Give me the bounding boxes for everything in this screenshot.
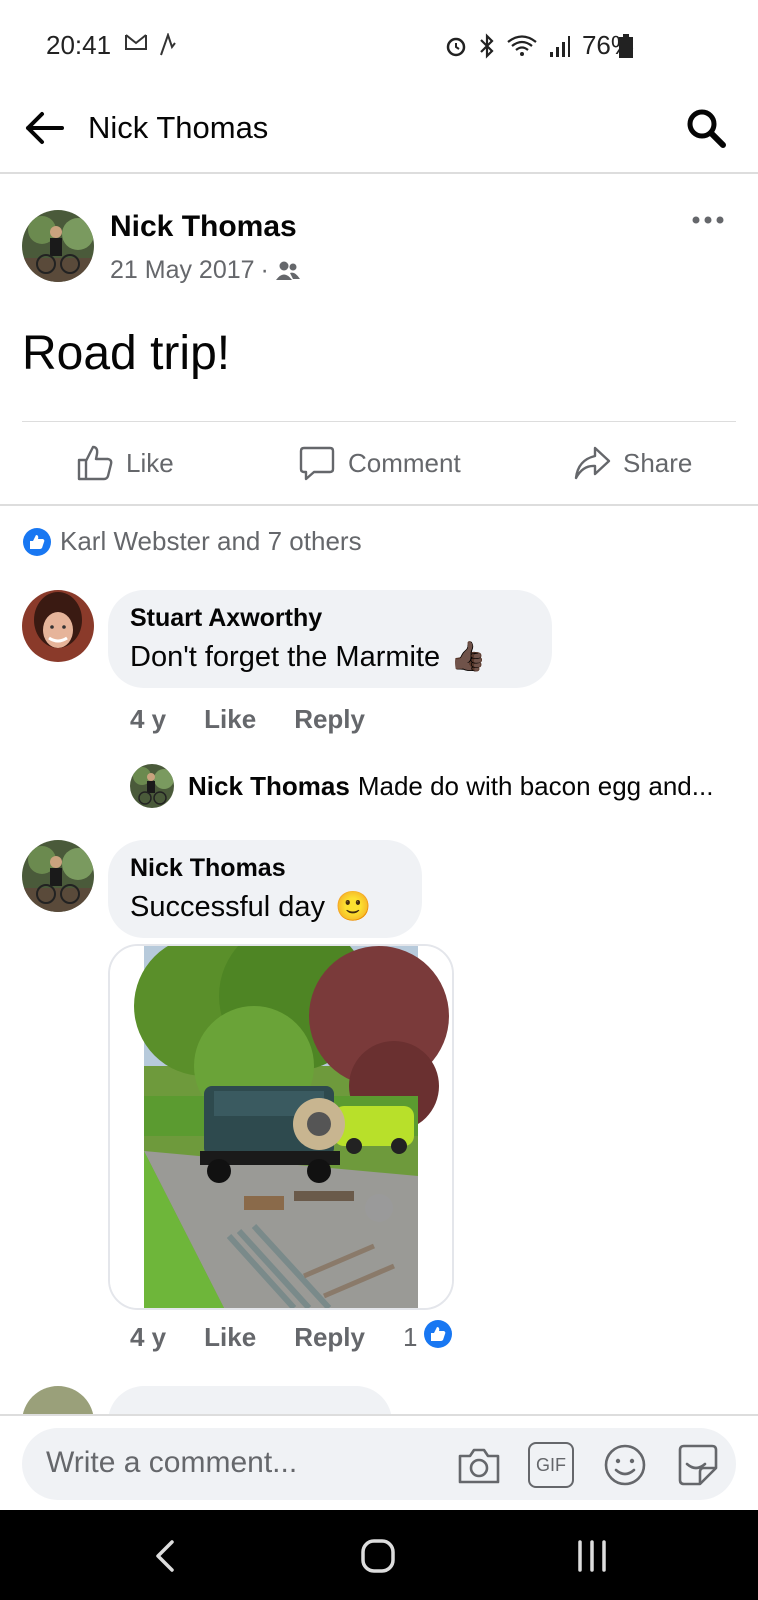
share-button[interactable]: Share [573,444,692,482]
thumbs-up-emoji: 👍🏿 [450,641,487,673]
post-author-name[interactable]: Nick Thomas [110,210,297,244]
share-label: Share [623,447,693,478]
like-label: Like [126,447,174,478]
camera-icon[interactable] [456,1442,502,1488]
comment-text-content: Successful day [130,890,326,923]
meta-separator: · [260,256,269,284]
comment-item: Stuart Axworthy Don't forget the Marmite… [0,588,758,748]
post-action-row: Like Comment Share [0,432,758,502]
reply-author[interactable]: Nick Thomas [188,771,350,802]
comment-label: Comment [348,447,461,478]
signal-icon [549,35,570,57]
status-time: 20:41 [46,30,112,60]
comment-author[interactable]: Stuart Axworthy [130,604,322,633]
bluetooth-icon [480,32,494,59]
more-options-icon[interactable] [690,214,726,226]
activity-icon [160,33,176,56]
reactions-text: Karl Webster and 7 others [60,526,362,556]
comment-like-button[interactable]: Like [204,704,256,735]
comment-actions: 4 y Like Reply [130,704,365,735]
like-icon [77,445,113,481]
battery-icon [619,34,633,58]
photo-image[interactable] [110,946,452,1308]
system-nav-bar [0,1510,758,1600]
reply-text: Made do with bacon egg and... [357,770,714,801]
like-reaction-icon[interactable] [423,1319,453,1349]
comment-input[interactable]: Write a comment... GIF [22,1428,736,1500]
like-button[interactable]: Like [76,444,174,482]
comment-photo[interactable] [108,944,454,1310]
post-meta: 21 May 2017 · [110,256,301,285]
page-title: Nick Thomas [88,110,269,145]
avatar[interactable] [22,210,94,282]
divider [22,421,736,422]
comment-input-placeholder: Write a comment... [46,1446,298,1479]
nav-recents-icon[interactable] [574,1538,610,1574]
friends-icon [275,261,300,280]
gif-label: GIF [536,1454,566,1475]
status-bar: 20:41 76% [0,0,758,92]
avatar[interactable] [22,590,94,662]
comment-text: Successful day 🙂 [130,890,371,924]
emoji-icon[interactable] [602,1442,648,1488]
comment-reply-button[interactable]: Reply [294,704,365,735]
avatar[interactable] [22,840,94,912]
nav-back-icon[interactable] [150,1538,180,1574]
post-date[interactable]: 21 May 2017 [110,256,255,285]
divider [0,504,758,506]
top-app-bar: Nick Thomas [0,92,758,174]
nav-home-icon[interactable] [360,1538,396,1574]
next-comment-peek [0,1386,758,1416]
comment-text-content: Don't forget the Marmite [130,640,441,673]
comment-compose-bar: Write a comment... GIF [0,1414,758,1510]
post-header: Nick Thomas 21 May 2017 · [0,174,758,294]
reactions-summary[interactable]: Karl Webster and 7 others [22,526,362,557]
search-icon[interactable] [684,106,728,150]
wifi-icon [507,34,537,56]
avatar[interactable] [130,764,174,808]
comment-time: 4 y [130,1322,167,1352]
comment-icon [299,446,335,481]
comment-like-button[interactable]: Like [204,1322,256,1353]
smile-emoji: 🙂 [335,891,372,923]
comment-author[interactable]: Nick Thomas [130,854,286,883]
gif-icon[interactable]: GIF [528,1442,574,1488]
comment-button[interactable]: Comment [298,444,461,482]
comment-time: 4 y [130,704,167,734]
reply-preview[interactable]: Nick Thomas Made do with bacon egg and..… [130,764,713,808]
reaction-count[interactable]: 1 [403,1322,417,1353]
post-text: Road trip! [22,327,231,380]
like-reaction-icon [23,527,51,556]
comment-text: Don't forget the Marmite 👍🏿 [130,640,486,674]
share-icon [574,446,611,480]
back-arrow-icon[interactable] [22,106,66,150]
sticker-icon[interactable] [674,1442,720,1488]
comment-bubble [108,1386,392,1416]
comment-reply-button[interactable]: Reply [294,1322,365,1353]
comment-actions: 4 y Like Reply 1 [130,1319,453,1353]
alarm-icon [446,37,466,56]
avatar [22,1386,94,1416]
gmail-icon [125,34,147,50]
